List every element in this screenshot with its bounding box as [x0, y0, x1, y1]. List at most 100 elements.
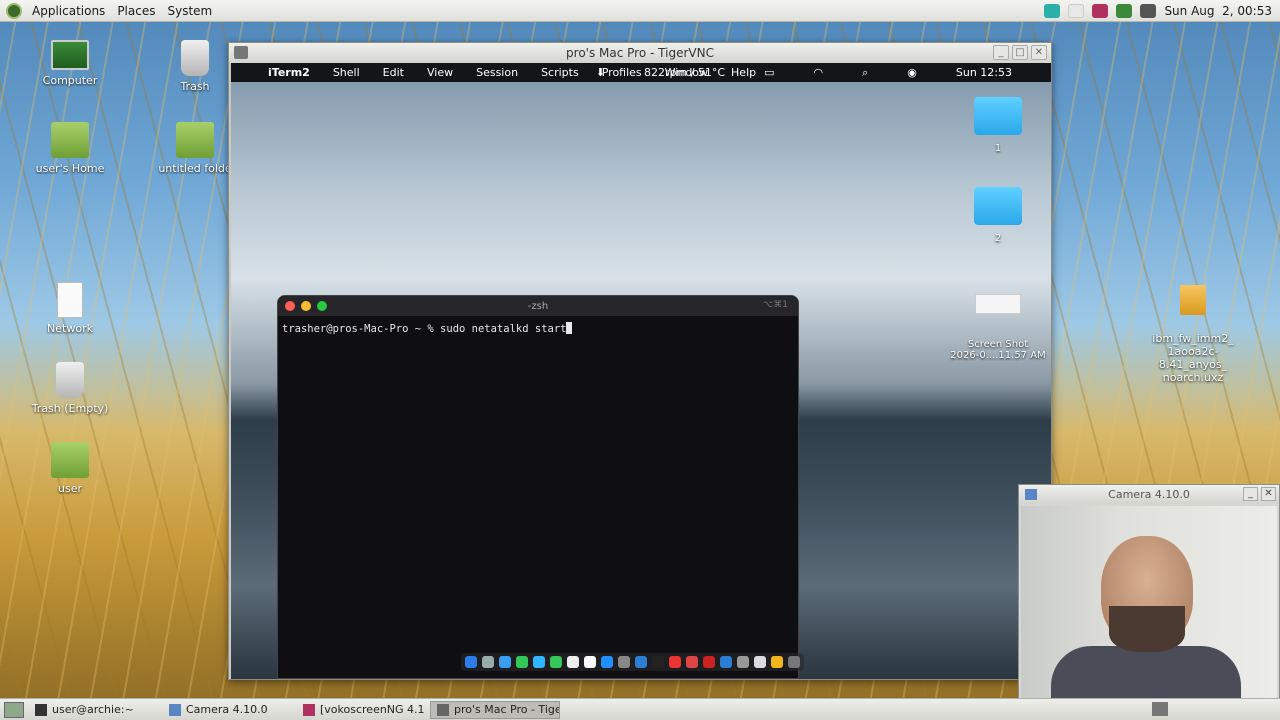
launchpad-icon[interactable] [482, 656, 494, 668]
notes-icon[interactable] [584, 656, 596, 668]
download-status-icon[interactable]: ⬇ [596, 66, 605, 79]
zoom-traffic-light-icon[interactable] [317, 301, 327, 311]
screen-recorder-icon[interactable] [1092, 4, 1109, 18]
desktop-icon-label: untitled folde [158, 162, 232, 175]
mac-folder-1[interactable]: 1 [953, 97, 1043, 154]
mac-menu-shell[interactable]: Shell [333, 66, 360, 79]
app-store-icon[interactable] [601, 656, 613, 668]
archive-icon [1180, 285, 1206, 315]
mac-menu-edit[interactable]: Edit [383, 66, 404, 79]
close-button[interactable]: ✕ [1261, 487, 1276, 501]
terminal-title: -zsh [527, 300, 549, 312]
workspace-switcher-icon[interactable] [1152, 702, 1168, 716]
home-folder-icon [51, 442, 89, 478]
mac-clock[interactable]: Sun 12:53 [956, 66, 1012, 79]
desktop-icon-trash-empty[interactable]: Trash (Empty) [30, 362, 110, 415]
applications-menu[interactable]: Applications [26, 4, 111, 18]
remote-desktop-icon[interactable] [703, 656, 715, 668]
remote-mac-desktop[interactable]: iTerm2 Shell Edit View Session Scripts P… [231, 63, 1051, 679]
desktop-icon-firmware-archive[interactable]: ibm_fw_imm2_ 1aooa2c-8.41_anyos_ noarch.… [1138, 272, 1248, 397]
facetime-icon[interactable] [550, 656, 562, 668]
messages-icon[interactable] [516, 656, 528, 668]
maximize-button[interactable]: □ [1012, 45, 1028, 60]
xcode-icon[interactable] [635, 656, 647, 668]
mac-menu-session[interactable]: Session [476, 66, 518, 79]
tigervnc-icon [234, 46, 248, 59]
taskbar-item-label: user@archie:~ [52, 703, 134, 716]
volume-icon[interactable] [1140, 4, 1157, 18]
desktop-icon-network[interactable]: Network [30, 282, 110, 335]
bottom-taskbar: user@archie:~ Camera 4.10.0 [vokoscreenN… [0, 698, 1280, 720]
show-desktop-button[interactable] [4, 701, 24, 718]
mac-screenshot-file[interactable]: Screen Shot 2026-0....11.57 AM [943, 283, 1051, 372]
terminal-window[interactable]: -zsh ⌥⌘1 trasher@pros-Mac-Pro ~ % sudo n… [277, 295, 799, 679]
terminal-app-icon[interactable] [652, 656, 664, 668]
desktop-icon-label: ibm_fw_imm2_ 1aooa2c-8.41_anyos_ noarch.… [1152, 332, 1234, 384]
mac-menu-scripts[interactable]: Scripts [541, 66, 579, 79]
wifi-icon[interactable]: ◠ [813, 66, 823, 79]
network-icon[interactable] [1116, 4, 1133, 18]
fan-status[interactable]: 822rpm / 51°C [644, 66, 725, 79]
brave-icon[interactable] [669, 656, 681, 668]
computer-icon [51, 40, 89, 70]
antivirus-icon[interactable] [686, 656, 698, 668]
desktop-icon-home[interactable]: user's Home [30, 122, 110, 175]
home-folder-icon [51, 122, 89, 158]
desktop-icon-label: Network [47, 322, 93, 335]
vnc-titlebar[interactable]: pro's Mac Pro - TigerVNC _ □ ✕ [229, 43, 1051, 63]
desktop-icon-computer[interactable]: Computer [30, 40, 110, 87]
gnome-foot-icon[interactable] [6, 2, 22, 19]
network-icon [57, 282, 83, 318]
calendar-icon[interactable] [567, 656, 579, 668]
desktop-icon-trash[interactable]: Trash [155, 40, 235, 93]
sync-icon[interactable] [1044, 4, 1061, 18]
taskbar-item-label: Camera 4.10.0 [186, 703, 268, 716]
terminal-command[interactable]: sudo netatalkd start [440, 323, 566, 335]
taskbar-item-terminal[interactable]: user@archie:~ [28, 701, 158, 719]
terminal-body[interactable]: trasher@pros-Mac-Pro ~ % sudo netatalkd … [278, 316, 798, 341]
mail-icon[interactable] [533, 656, 545, 668]
control-center-icon[interactable]: ◉ [907, 66, 917, 79]
minimize-button[interactable]: _ [993, 45, 1009, 60]
display-icon[interactable]: ▭ [764, 66, 774, 79]
trash-icon [181, 40, 209, 76]
desktop-icon-label: user's Home [35, 162, 105, 175]
archive-utility-icon[interactable] [771, 656, 783, 668]
taskbar-item-tigervnc[interactable]: pro's Mac Pro - Tiger... [430, 700, 560, 719]
places-menu[interactable]: Places [111, 4, 161, 18]
close-traffic-light-icon[interactable] [285, 301, 295, 311]
spotlight-icon[interactable]: ⌕ [862, 66, 868, 80]
terminal-titlebar[interactable]: -zsh ⌥⌘1 [278, 296, 798, 316]
panel-clock[interactable]: Sun Aug 2, 00:53 [1164, 4, 1272, 18]
close-button[interactable]: ✕ [1031, 45, 1047, 60]
trash-icon[interactable] [788, 656, 800, 668]
system-menu[interactable]: System [161, 4, 218, 18]
vscode-icon[interactable] [720, 656, 732, 668]
camera-titlebar[interactable]: Camera 4.10.0 _ ✕ [1019, 485, 1279, 504]
desktop-icon-untitled-folder[interactable]: untitled folde [155, 122, 235, 175]
desktop-icon-user[interactable]: user [30, 442, 110, 495]
minimize-button[interactable]: _ [1243, 487, 1258, 501]
activity-monitor-icon[interactable] [737, 656, 749, 668]
folder-icon [974, 187, 1022, 225]
safari-icon[interactable] [499, 656, 511, 668]
finder-icon[interactable] [465, 656, 477, 668]
camera-icon [169, 703, 181, 716]
mac-dock [461, 653, 804, 671]
system-preferences-icon[interactable] [618, 656, 630, 668]
terminal-prompt: trasher@pros-Mac-Pro ~ % [282, 323, 441, 335]
vnc-window-title: pro's Mac Pro - TigerVNC [566, 46, 714, 60]
terminal-icon [35, 703, 47, 716]
desktop-icon-label: Computer [42, 74, 98, 87]
clipboard-icon[interactable] [1068, 4, 1085, 18]
taskbar-item-camera[interactable]: Camera 4.10.0 [162, 701, 292, 719]
mac-menu-app[interactable]: iTerm2 [268, 66, 310, 79]
preview-icon[interactable] [754, 656, 766, 668]
taskbar-item-label: [vokoscreenNG 4.1... [320, 703, 426, 716]
minimize-traffic-light-icon[interactable] [301, 301, 311, 311]
mac-menu-view[interactable]: View [427, 66, 453, 79]
taskbar-item-vokoscreen[interactable]: [vokoscreenNG 4.1... [296, 701, 426, 719]
mac-folder-2[interactable]: 2 [953, 187, 1043, 244]
folder-icon [974, 97, 1022, 135]
trash-icon [56, 362, 84, 398]
